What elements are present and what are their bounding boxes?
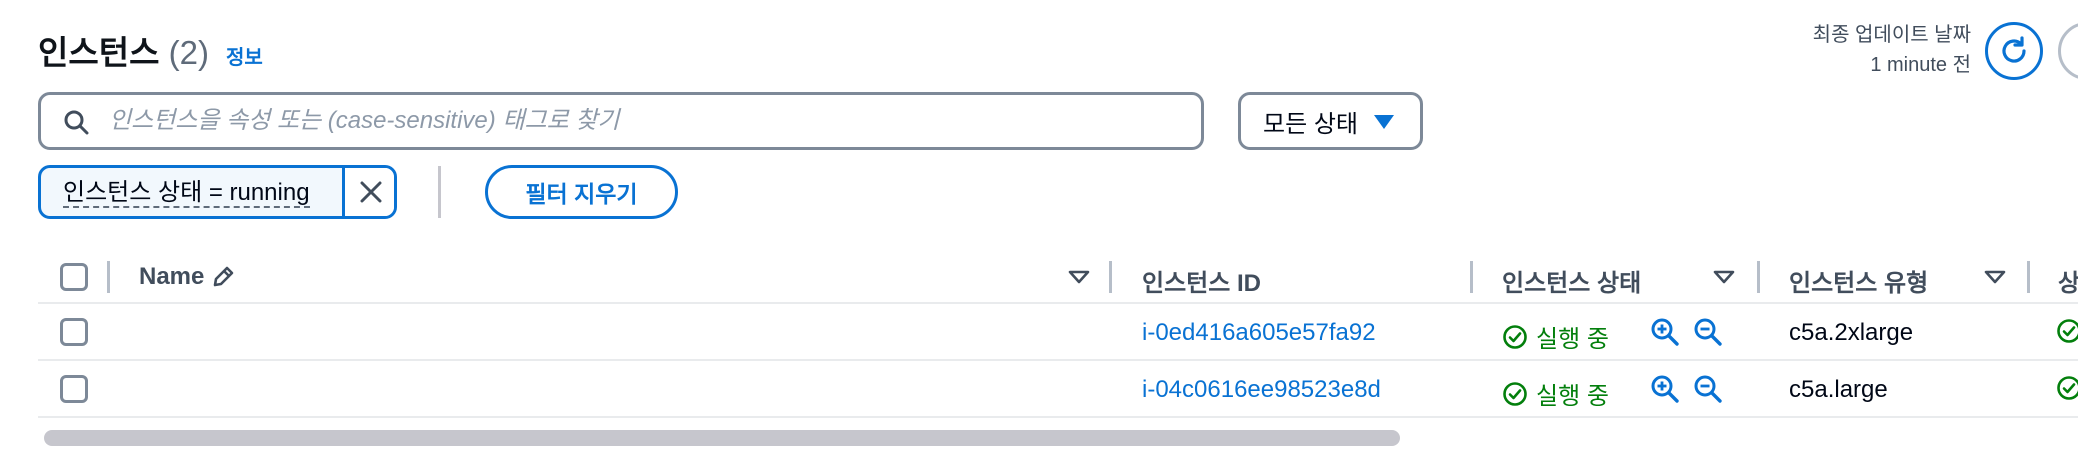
state-label: 실행 중: [1536, 326, 1609, 353]
column-resizer[interactable]: [1470, 261, 1473, 293]
column-header-instance-type[interactable]: 인스턴스 유형: [1789, 263, 1928, 298]
instance-count: (2): [168, 34, 209, 71]
table-row[interactable]: i-04c0616ee98523e8d 실행 중 c5a.large: [38, 361, 2078, 418]
info-link[interactable]: 정보: [226, 41, 263, 70]
column-header-name-label: Name: [139, 263, 205, 290]
last-updated-label: 최종 업데이트 날짜: [1812, 24, 1971, 46]
search-icon: [64, 110, 89, 135]
state-filter-value: 모든 상태: [1263, 110, 1358, 138]
page-title: 인스턴스 (2): [38, 26, 209, 74]
column-resizer[interactable]: [1757, 261, 1760, 293]
zoom-out-icon[interactable]: [1693, 317, 1723, 347]
check-circle-icon: [2057, 376, 2078, 400]
page-title-text: 인스턴스: [38, 34, 160, 71]
close-icon: [360, 181, 382, 203]
divider: [438, 166, 441, 218]
sort-caret-icon[interactable]: [1984, 270, 2006, 284]
zoom-in-icon[interactable]: [1650, 374, 1680, 404]
filter-token[interactable]: 인스턴스 상태 = running: [38, 165, 397, 219]
sort-caret-icon[interactable]: [1068, 270, 1090, 284]
column-header-name[interactable]: Name: [139, 263, 236, 291]
column-header-instance-id[interactable]: 인스턴스 ID: [1142, 263, 1261, 298]
last-updated: 최종 업데이트 날짜 1 minute 전: [1813, 20, 1971, 80]
actions-button[interactable]: [2058, 22, 2078, 80]
cell-instance-id-link[interactable]: i-0ed416a605e57fa92: [1142, 319, 1376, 347]
column-resizer[interactable]: [1109, 261, 1112, 293]
pencil-icon: [214, 266, 234, 287]
state-label: 실행 중: [1536, 383, 1609, 410]
check-circle-icon: [1503, 324, 1527, 349]
search-box[interactable]: [38, 92, 1204, 150]
cell-instance-type: c5a.large: [1789, 376, 1888, 403]
column-header-next[interactable]: 상: [2058, 263, 2078, 298]
check-circle-icon: [1503, 381, 1527, 406]
last-updated-value: 1 minute 전: [1870, 54, 1971, 76]
cell-instance-state: 실행 중: [1502, 376, 1609, 411]
cell-instance-state: 실행 중: [1502, 319, 1609, 354]
column-resizer[interactable]: [2027, 261, 2030, 293]
column-header-instance-state[interactable]: 인스턴스 상태: [1502, 263, 1641, 298]
state-filter-select[interactable]: 모든 상태: [1238, 92, 1423, 150]
zoom-in-icon[interactable]: [1650, 317, 1680, 347]
table-header: Name 인스턴스 ID 인스턴스 상태 인스턴스 유형 상: [38, 251, 2078, 304]
column-resizer[interactable]: [107, 261, 110, 293]
zoom-out-icon[interactable]: [1693, 374, 1723, 404]
select-all-checkbox[interactable]: [60, 263, 88, 291]
sort-caret-icon[interactable]: [1713, 270, 1735, 284]
scrollbar-thumb[interactable]: [44, 430, 1400, 446]
clear-filters-button[interactable]: 필터 지우기: [485, 165, 678, 219]
remove-filter-button[interactable]: [345, 168, 394, 216]
cell-instance-id-link[interactable]: i-04c0616ee98523e8d: [1142, 376, 1381, 404]
refresh-button[interactable]: [1985, 22, 2043, 80]
filter-token-label[interactable]: 인스턴스 상태 = running: [63, 180, 310, 208]
row-checkbox[interactable]: [60, 375, 88, 403]
check-circle-icon: [2057, 319, 2078, 343]
search-input[interactable]: [107, 103, 1167, 139]
cell-instance-type: c5a.2xlarge: [1789, 319, 1914, 346]
table-row[interactable]: i-0ed416a605e57fa92 실행 중 c5a.2xlarge: [38, 304, 2078, 361]
caret-down-icon: [1374, 115, 1394, 129]
row-checkbox[interactable]: [60, 318, 88, 346]
refresh-icon: [2002, 36, 2026, 63]
